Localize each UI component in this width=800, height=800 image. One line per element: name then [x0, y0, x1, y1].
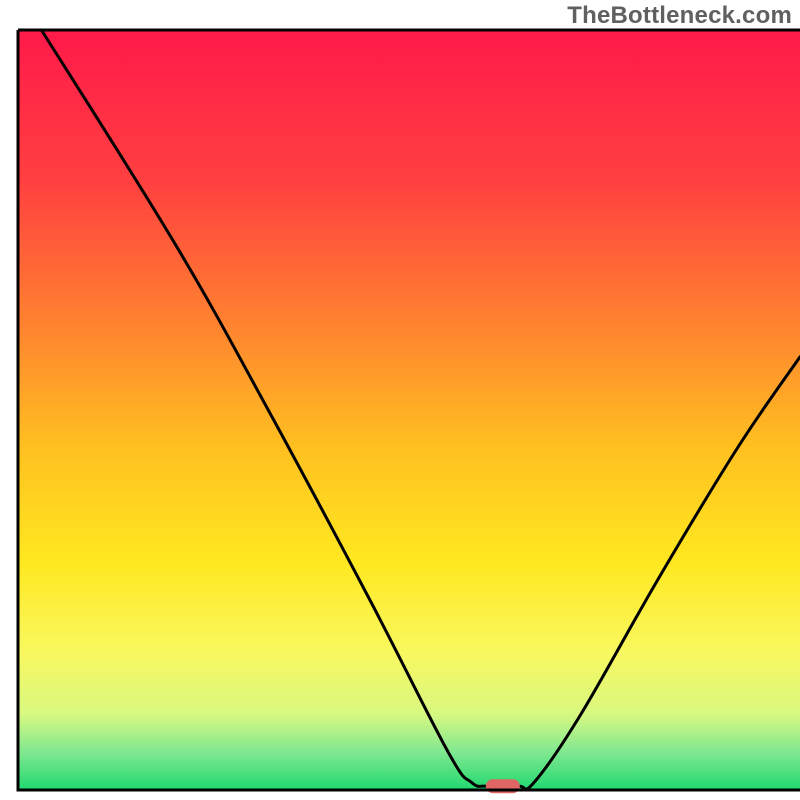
bottleneck-chart — [0, 0, 800, 800]
chart-container: TheBottleneck.com — [0, 0, 800, 800]
watermark-text: TheBottleneck.com — [567, 2, 792, 30]
